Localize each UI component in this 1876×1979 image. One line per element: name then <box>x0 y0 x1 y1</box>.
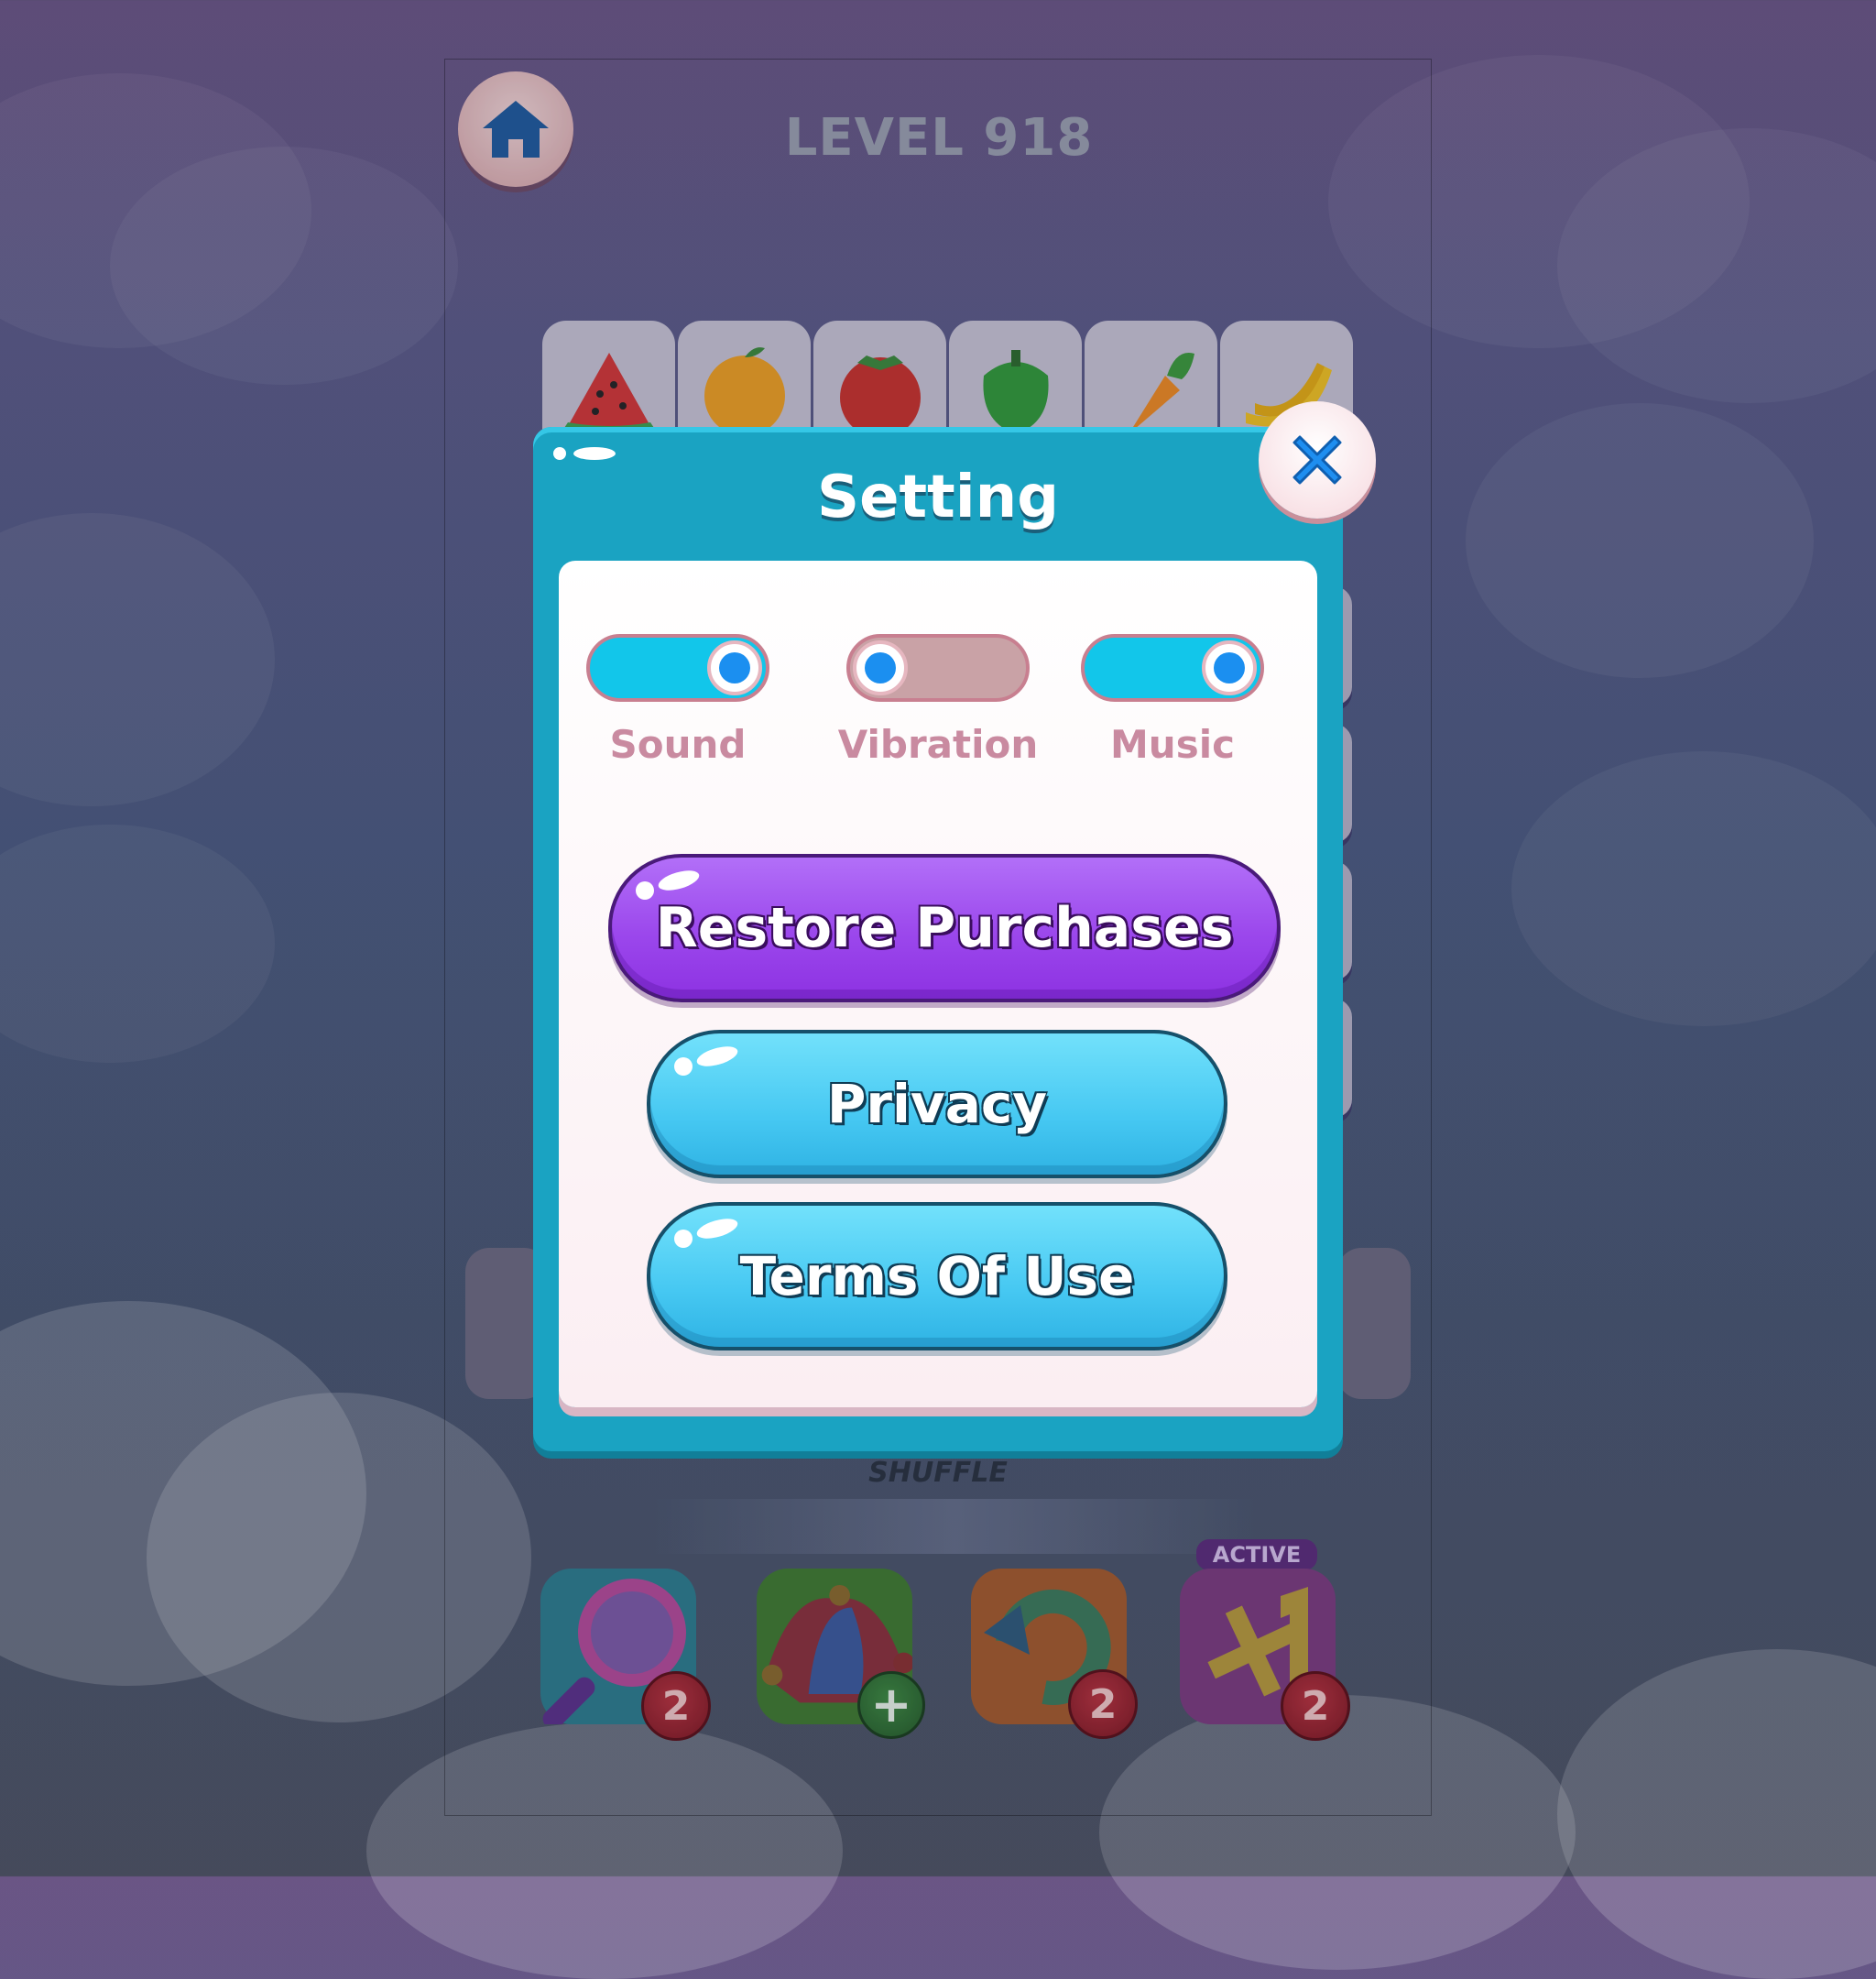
toggle-knob <box>853 640 908 695</box>
terms-of-use-button[interactable]: Terms Of Use <box>647 1202 1227 1350</box>
settings-dialog: Setting Sound Vibration Music Restore Pu… <box>533 427 1343 1451</box>
close-button[interactable] <box>1259 401 1376 519</box>
music-label: Music <box>1110 722 1235 767</box>
terms-of-use-label: Terms Of Use <box>739 1245 1135 1307</box>
privacy-button[interactable]: Privacy <box>647 1030 1227 1178</box>
dialog-shine <box>573 447 616 460</box>
dialog-shine <box>553 447 566 460</box>
music-setting: Music <box>1072 634 1273 767</box>
toggle-knob <box>1202 640 1257 695</box>
vibration-label: Vibration <box>837 722 1039 767</box>
dialog-title: Setting <box>817 464 1059 531</box>
privacy-label: Privacy <box>826 1073 1048 1135</box>
vibration-toggle[interactable] <box>846 634 1030 702</box>
close-icon <box>1292 435 1342 485</box>
restore-purchases-label: Restore Purchases <box>655 896 1234 960</box>
restore-purchases-button[interactable]: Restore Purchases <box>608 854 1281 1002</box>
sound-label: Sound <box>609 722 747 767</box>
toggle-knob <box>707 640 762 695</box>
sound-toggle[interactable] <box>586 634 769 702</box>
sound-setting: Sound <box>577 634 779 767</box>
vibration-setting: Vibration <box>837 634 1039 767</box>
music-toggle[interactable] <box>1081 634 1264 702</box>
settings-panel: Sound Vibration Music Restore Purchases … <box>559 561 1317 1407</box>
